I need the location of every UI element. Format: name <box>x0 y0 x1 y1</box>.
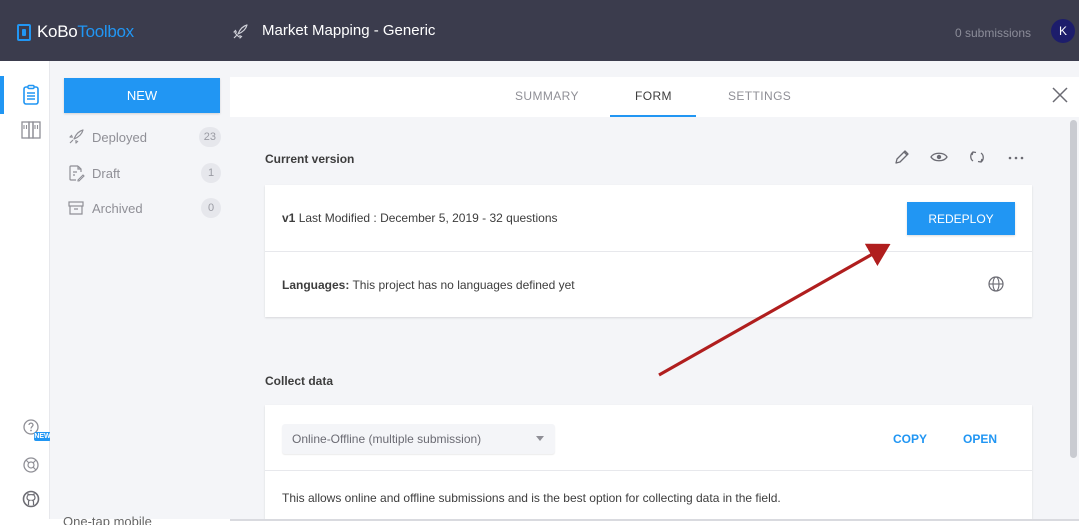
draft-icon <box>69 165 85 182</box>
bottom-divider <box>230 519 1079 521</box>
collect-data-heading: Collect data <box>265 374 334 388</box>
new-project-button[interactable]: NEW <box>64 78 220 113</box>
github-icon[interactable] <box>20 488 42 510</box>
globe-icon[interactable] <box>986 274 1006 294</box>
rail-active-indicator <box>0 76 4 114</box>
sidebar-item-label: Deployed <box>92 129 147 145</box>
tab-form[interactable]: FORM <box>635 89 672 103</box>
project-title: Market Mapping - Generic <box>262 22 436 39</box>
version-label: v1 <box>282 211 296 225</box>
sidebar-item-label: Archived <box>92 200 143 216</box>
languages-label: Languages: <box>282 278 350 292</box>
version-info: v1 Last Modified : December 5, 2019 - 32… <box>282 211 558 225</box>
copy-link-button[interactable]: COPY <box>893 432 927 446</box>
version-details: Last Modified : December 5, 2019 - 32 qu… <box>298 211 558 225</box>
sidebar-item-archived[interactable]: Archived 0 <box>67 197 223 219</box>
logo-suffix: Toolbox <box>77 22 134 41</box>
rocket-icon <box>69 129 84 144</box>
tab-summary[interactable]: SUMMARY <box>515 89 579 103</box>
redeploy-button[interactable]: REDEPLOY <box>907 202 1015 235</box>
collect-method-description: This allows online and offline submissio… <box>282 491 781 505</box>
support-icon[interactable] <box>20 454 42 476</box>
languages-info: Languages: This project has no languages… <box>282 278 575 292</box>
user-avatar[interactable]: K <box>1051 19 1075 43</box>
deployed-count-badge: 23 <box>198 127 221 147</box>
cut-off-footer-text: One-tap mobile <box>63 516 152 525</box>
edit-pencil-icon[interactable] <box>892 147 912 167</box>
collect-method-select[interactable]: Online-Offline (multiple submission) <box>282 424 555 454</box>
app-root: KoBoToolbox Market Mapping - Generic 0 s… <box>0 0 1079 525</box>
sidebar-item-label: Draft <box>92 165 121 181</box>
more-options-icon[interactable] <box>1006 147 1026 167</box>
current-version-heading: Current version <box>265 152 355 166</box>
close-icon[interactable] <box>1050 85 1070 105</box>
logo-mark-icon <box>17 23 31 41</box>
projects-icon[interactable] <box>20 84 42 106</box>
archive-icon <box>68 201 84 215</box>
logo-text: KoBoToolbox <box>37 22 134 42</box>
active-tab-indicator <box>610 115 696 117</box>
tab-settings[interactable]: SETTINGS <box>728 89 791 103</box>
chevron-down-icon <box>536 436 544 441</box>
open-link-button[interactable]: OPEN <box>963 432 997 446</box>
new-badge: NEW <box>34 432 51 441</box>
submissions-count: 0 submissions <box>955 26 1032 40</box>
kobotoolbox-logo[interactable]: KoBoToolbox <box>17 22 134 42</box>
top-header: KoBoToolbox Market Mapping - Generic 0 s… <box>0 0 1079 61</box>
sidebar-item-deployed[interactable]: Deployed 23 <box>67 126 223 148</box>
vertical-scrollbar[interactable] <box>1070 120 1077 458</box>
preview-eye-icon[interactable] <box>929 147 949 167</box>
archived-count-badge: 0 <box>201 198 221 218</box>
rocket-icon <box>233 24 248 39</box>
logo-prefix: KoBo <box>37 22 78 41</box>
collect-method-value: Online-Offline (multiple submission) <box>292 432 482 446</box>
library-icon[interactable] <box>20 119 42 141</box>
draft-count-badge: 1 <box>201 163 221 183</box>
replace-refresh-icon[interactable] <box>967 147 987 167</box>
languages-details: This project has no languages defined ye… <box>352 278 575 292</box>
sidebar-item-draft[interactable]: Draft 1 <box>67 162 223 184</box>
